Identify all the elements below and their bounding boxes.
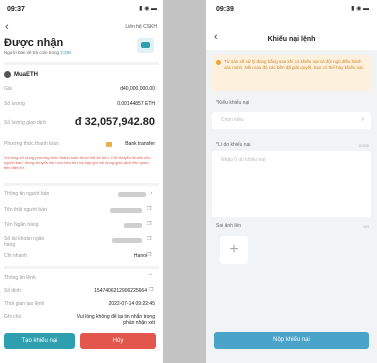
price-value: đ40,000,000.00 (120, 86, 155, 92)
image-counter: 0/3 (363, 224, 369, 229)
complaint-type-select[interactable]: Chọn kiểu › (212, 112, 371, 129)
countdown-text: Người bán sẽ trả coin trong 2:29s (4, 50, 72, 55)
bank-name-value (124, 223, 142, 228)
bank-icon (106, 142, 112, 147)
seller-info-value (118, 192, 146, 197)
complaint-reason-label: *Lí do khiếu nại (216, 142, 251, 148)
payment-method-value: Bank transfer (125, 141, 155, 147)
page-title: Được nhận (4, 37, 64, 49)
select-placeholder: Chọn kiểu (221, 117, 244, 123)
status-time: 09:39 (216, 6, 234, 13)
ethereum-icon (4, 71, 11, 78)
note-value: Vui lòng không để lại tin nhắn trong phầ… (76, 314, 155, 326)
back-arrow-icon[interactable]: ‹ (5, 22, 9, 33)
cancel-order-button[interactable]: Hủy (80, 333, 156, 349)
chat-icon (141, 42, 150, 48)
seller-info-label: Thông tin người bán (4, 191, 50, 197)
copy-icon[interactable]: ❐ (147, 237, 151, 242)
order-detail-screen: 09:37 ▮ ◉ ▬ ‹ Liên hệ CSKH Được nhận Ngư… (0, 0, 163, 363)
bank-name-label: Tên Ngân hàng (4, 222, 39, 228)
create-complaint-button[interactable]: Tạo khiếu nại (4, 333, 75, 349)
account-number-label: Số tài khoản ngân hàng (4, 236, 45, 248)
row-label: Số lượng giao dịch (4, 120, 47, 126)
branch-label: Chi nhánh (4, 253, 27, 259)
plus-icon: + (229, 241, 239, 258)
row-label: Phương thức thanh toán (4, 141, 59, 147)
account-number-value (112, 238, 142, 243)
divider-gap (163, 0, 206, 363)
notice-box: Từ sàn sẽ xử lý đúng bằng sau khi có khi… (212, 55, 371, 91)
complaint-type-label: *Kiểu khiếu nại (216, 100, 250, 106)
textarea-placeholder: Nhập lí do khiếu nại (221, 157, 266, 163)
chevron-right-icon: › (361, 116, 364, 123)
add-image-button[interactable]: + (220, 236, 248, 264)
copy-icon[interactable]: ❐ (147, 253, 151, 258)
submit-complaint-button[interactable]: Nộp khiếu nại (214, 332, 369, 349)
complaint-reason-textarea[interactable]: Nhập lí do khiếu nại (212, 151, 371, 217)
copy-icon[interactable]: ❐ (147, 222, 151, 227)
branch-value: Hanoi (133, 253, 147, 259)
quantity-value: 0.00144857 ETH (117, 101, 155, 107)
status-icons: ▮ ◉ ▬ (351, 6, 369, 12)
copy-icon[interactable]: ❐ (147, 207, 151, 212)
seller-name-value (110, 208, 142, 213)
row-label: Giá (4, 86, 12, 92)
asset-label: MuaETH (14, 72, 38, 78)
order-id-label: Số lệnh (4, 288, 21, 294)
status-time: 09:37 (7, 6, 25, 13)
countdown-timer: 2:29s (60, 50, 72, 55)
note-label: Ghi chú (4, 314, 22, 320)
copy-icon[interactable]: ❐ (149, 288, 153, 293)
warning-icon (216, 60, 221, 65)
order-section-title: Thông tin lệnh (4, 275, 36, 281)
order-id-value: 1547406212906225664 (94, 288, 147, 294)
status-icons: ▮ ◉ ▬ (139, 6, 157, 12)
order-time-label: Thời gian tạo lệnh (4, 301, 45, 307)
row-label: Số lượng (4, 101, 25, 107)
contact-support-link[interactable]: Liên hệ CSKH (125, 25, 157, 30)
payment-warning: Vui lòng sử dụng phương thức thanh toán … (4, 155, 151, 170)
seller-name-label: Tên thật người bán (4, 207, 47, 213)
page-title: Khiếu nại lệnh (267, 36, 316, 43)
notice-text: Từ sàn sẽ xử lý đúng bằng sau khi có khi… (224, 59, 364, 70)
chat-button[interactable] (137, 38, 154, 53)
upload-image-label: Sai ảnh lên (216, 223, 242, 229)
chevron-up-icon[interactable]: ⌃ (148, 274, 153, 280)
order-time-value: 2022-07-14 09:22:45 (108, 301, 155, 307)
chevron-right-icon[interactable]: › (150, 190, 152, 197)
total-amount: đ 32,057,942.80 (74, 116, 155, 128)
complaint-screen: 09:39 ▮ ◉ ▬ ‹ Khiếu nại lệnh Từ sàn sẽ x… (206, 0, 377, 363)
reason-char-counter: 0/200 (358, 143, 369, 148)
